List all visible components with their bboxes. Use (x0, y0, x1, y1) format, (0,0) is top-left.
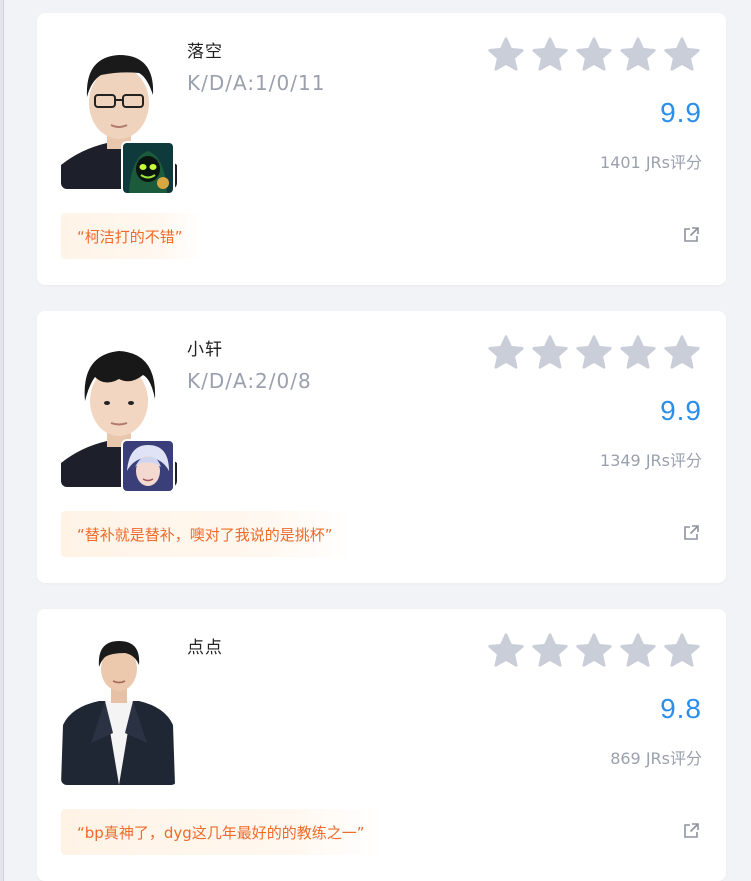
rating-count: 1401 JRs评分 (600, 153, 702, 172)
star-icon[interactable] (530, 333, 570, 373)
star-icon[interactable] (662, 631, 702, 671)
top-comment[interactable]: “bp真神了，dyg这几年最好的的教练之一” (61, 809, 385, 855)
star-icon[interactable] (486, 631, 526, 671)
star-icon[interactable] (618, 333, 658, 373)
top-comment[interactable]: “替补就是替补，噢对了我说的是挑杯” (61, 511, 353, 557)
player-rating-card[interactable]: 小轩 K/D/A:2/0/8 9.9 1349 JRs评分 “替补就是替补，噢对… (37, 311, 726, 583)
star-icon[interactable] (662, 35, 702, 75)
star-rating[interactable] (486, 35, 702, 75)
star-rating[interactable] (486, 333, 702, 373)
green-hooded-hero-icon (121, 141, 175, 195)
star-icon[interactable] (618, 35, 658, 75)
player-rating-card[interactable]: 点点 9.8 869 JRs评分 “bp真神了，dyg这几年最好的的教练之一” (37, 609, 726, 881)
kda-stats: K/D/A:2/0/8 (187, 369, 312, 393)
top-comment[interactable]: “柯洁打的不错” (61, 213, 203, 259)
star-icon[interactable] (574, 631, 614, 671)
avatar-group (61, 335, 177, 495)
avatar-group (61, 633, 177, 793)
star-icon[interactable] (486, 333, 526, 373)
silver-haired-hero-icon (121, 439, 175, 493)
average-score: 9.8 (660, 693, 702, 724)
star-icon[interactable] (486, 35, 526, 75)
star-icon[interactable] (530, 35, 570, 75)
average-score: 9.9 (660, 97, 702, 128)
avatar-group (61, 37, 177, 197)
external-link-icon[interactable] (682, 524, 700, 542)
player-name: 落空 (187, 42, 223, 62)
star-rating[interactable] (486, 631, 702, 671)
star-icon[interactable] (662, 333, 702, 373)
left-window-edge (0, 0, 4, 881)
rating-count: 1349 JRs评分 (600, 451, 702, 470)
average-score: 9.9 (660, 395, 702, 426)
external-link-icon[interactable] (682, 822, 700, 840)
rating-count: 869 JRs评分 (610, 749, 702, 768)
player-rating-card[interactable]: 落空 K/D/A:1/0/11 9.9 1401 JRs评分 “柯洁打的不错” (37, 13, 726, 285)
star-icon[interactable] (530, 631, 570, 671)
external-link-icon[interactable] (682, 226, 700, 244)
star-icon[interactable] (618, 631, 658, 671)
star-icon[interactable] (574, 35, 614, 75)
player-name: 点点 (187, 638, 223, 658)
star-icon[interactable] (574, 333, 614, 373)
kda-stats: K/D/A:1/0/11 (187, 71, 326, 95)
player-photo (61, 633, 177, 785)
player-name: 小轩 (187, 340, 223, 360)
